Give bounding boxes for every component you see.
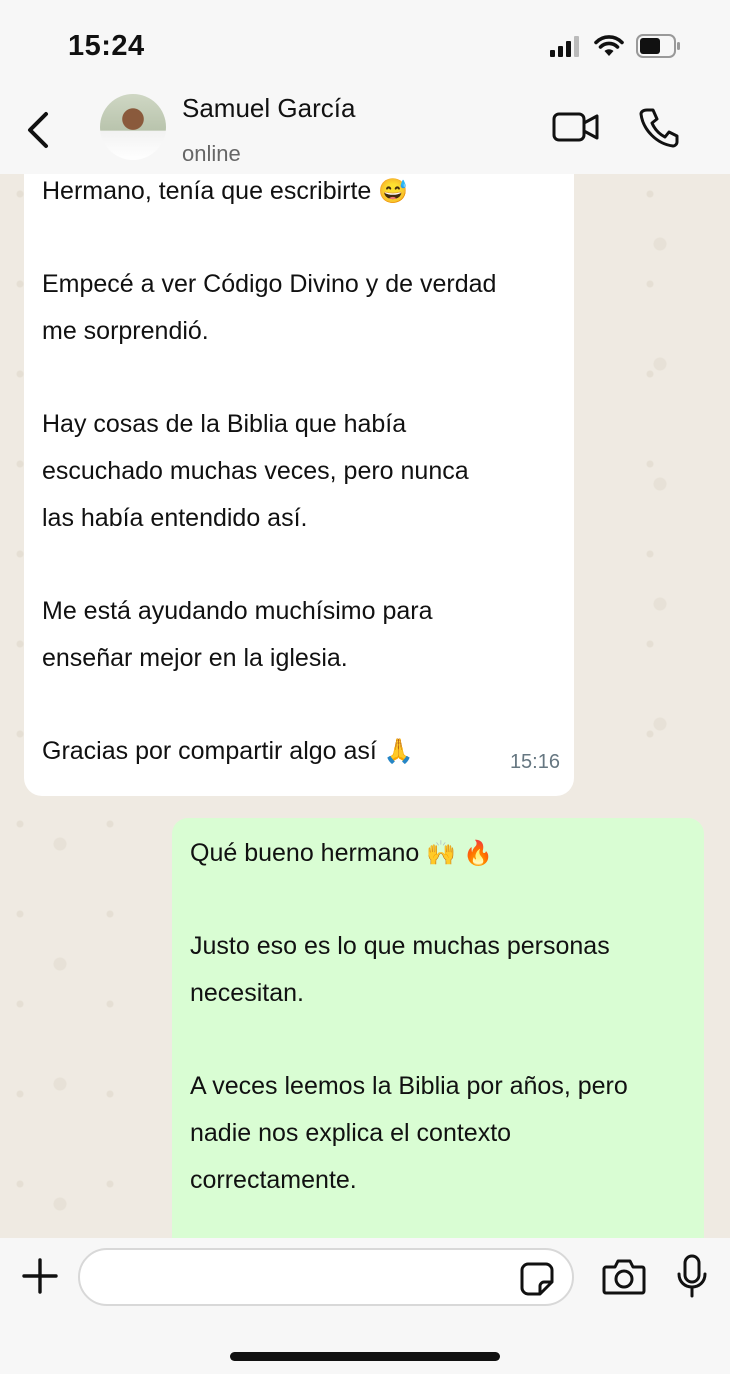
grinning-sweat-emoji-icon: 😅 xyxy=(378,178,409,205)
message-line: Justo eso es lo que muchas personas xyxy=(190,932,610,961)
message-line: Qué bueno hermano 🙌 🔥 xyxy=(190,839,494,867)
status-time: 15:24 xyxy=(68,30,145,62)
message-line xyxy=(190,877,690,924)
message-input[interactable] xyxy=(78,1248,574,1306)
message-line: las había entendido así. xyxy=(42,503,308,532)
avatar[interactable] xyxy=(100,94,166,160)
signal-icon xyxy=(550,36,579,57)
video-call-icon[interactable] xyxy=(552,110,600,144)
contact-name[interactable]: Samuel García xyxy=(182,93,355,124)
contact-status: online xyxy=(182,141,241,166)
incoming-message-bubble[interactable]: Hermano, tenía que escribirte 😅 Empecé a… xyxy=(24,174,574,796)
message-line: Gracias por compartir algo así 🙏 xyxy=(42,737,414,766)
message-line: correctamente. xyxy=(190,1165,357,1194)
message-timestamp: 15:16 xyxy=(509,751,560,774)
input-bar xyxy=(0,1238,730,1374)
chat-area[interactable]: Hermano, tenía que escribirte 😅 Empecé a… xyxy=(0,174,730,1238)
message-line xyxy=(42,215,562,262)
message-line: enseñar mejor en la iglesia. xyxy=(42,643,348,672)
message-line xyxy=(42,682,562,729)
microphone-icon[interactable] xyxy=(676,1254,708,1298)
back-icon[interactable] xyxy=(22,110,58,150)
sticker-icon[interactable] xyxy=(520,1262,554,1296)
outgoing-message-bubble[interactable]: Qué bueno hermano 🙌 🔥 Justo eso es lo qu… xyxy=(172,818,704,1238)
message-line: escuchado muchas veces, pero nunca xyxy=(42,457,469,486)
message-line xyxy=(42,355,562,402)
message-line: Me está ayudando muchísimo para xyxy=(42,597,433,626)
incoming-message-text: Hermano, tenía que escribirte 😅 Empecé a… xyxy=(42,174,562,775)
folded-hands-emoji-icon: 🙏 xyxy=(383,738,414,766)
message-line: me sorprendió. xyxy=(42,317,209,346)
plus-icon[interactable] xyxy=(22,1258,58,1294)
battery-icon xyxy=(636,34,680,58)
raising-hands-emoji-icon: 🙌 xyxy=(426,840,457,867)
message-line: nadie nos explica el contexto xyxy=(190,1119,512,1148)
wifi-icon xyxy=(594,35,624,56)
chat-header: Samuel García online xyxy=(0,88,730,174)
fire-emoji-icon: 🔥 xyxy=(463,840,494,867)
home-indicator xyxy=(230,1352,500,1361)
outgoing-message-text: Qué bueno hermano 🙌 🔥 Justo eso es lo qu… xyxy=(190,830,690,1204)
message-line: necesitan. xyxy=(190,979,304,1008)
message-line: Hermano, tenía que escribirte 😅 xyxy=(42,177,409,205)
camera-icon[interactable] xyxy=(602,1258,646,1296)
status-bar: 15:24 xyxy=(0,0,730,88)
status-icons xyxy=(550,34,682,58)
message-line xyxy=(42,542,562,589)
message-line: Empecé a ver Código Divino y de verdad xyxy=(42,270,497,299)
message-line xyxy=(190,1017,690,1064)
message-line: Hay cosas de la Biblia que había xyxy=(42,410,407,439)
message-line: A veces leemos la Biblia por años, pero xyxy=(190,1072,628,1101)
phone-icon[interactable] xyxy=(638,106,680,148)
